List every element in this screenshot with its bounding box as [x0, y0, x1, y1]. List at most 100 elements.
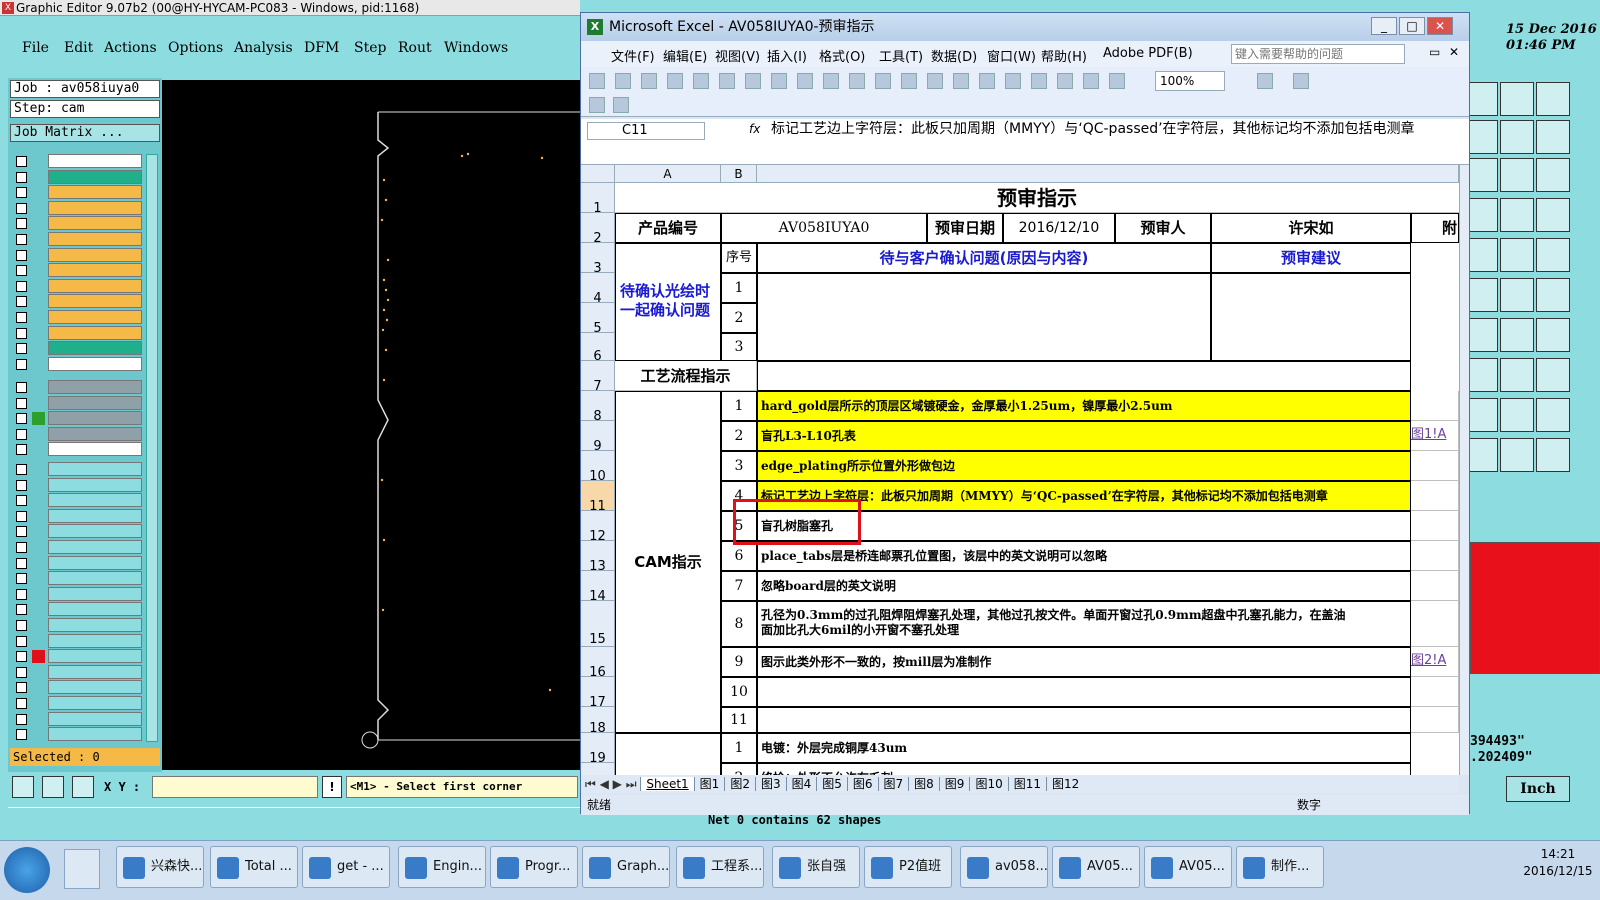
xl-menu-file[interactable]: 文件(F)	[611, 46, 655, 65]
layer-row[interactable]	[12, 540, 144, 555]
save-icon[interactable]	[641, 73, 657, 89]
preview-icon[interactable]	[745, 73, 761, 89]
taskbar-button[interactable]: av058...	[960, 846, 1048, 888]
layer-checkbox[interactable]	[16, 265, 27, 277]
layer-checkbox[interactable]	[16, 666, 27, 678]
row-header[interactable]: 1	[581, 183, 615, 216]
minimize-button[interactable]: _	[1371, 17, 1397, 35]
layer-scrollbar[interactable]	[146, 154, 158, 742]
layer-checkbox[interactable]	[16, 382, 27, 393]
menu-analysis[interactable]: Analysis	[234, 40, 293, 56]
cam-item-text[interactable]: 孔径为0.3mm的过孔阻焊阻焊塞孔处理，其他过孔按文件。单面开窗过孔0.9mm超…	[757, 601, 1411, 647]
row-header[interactable]: 10	[581, 451, 615, 484]
new-icon[interactable]	[589, 73, 605, 89]
open-icon[interactable]	[615, 73, 631, 89]
taskbar-button[interactable]: get - ...	[302, 846, 390, 888]
layer-row[interactable]	[12, 524, 144, 539]
layer-row[interactable]	[12, 310, 144, 325]
formula-input[interactable]: 标记工艺边上字符层：此板只加周期（MMYY）与‘QC-passed’在字符层，其…	[771, 120, 1461, 139]
row-header[interactable]: 7	[581, 361, 615, 394]
layer-row[interactable]	[12, 380, 144, 395]
layer-checkbox[interactable]	[16, 635, 27, 647]
layer-row[interactable]	[12, 185, 144, 200]
row-header[interactable]: 12	[581, 511, 615, 544]
layer-row[interactable]	[12, 633, 144, 649]
menu-options[interactable]: Options	[168, 40, 223, 56]
layer-row[interactable]	[12, 571, 144, 586]
print-icon[interactable]	[719, 73, 735, 89]
xl-menu-view[interactable]: 视图(V)	[715, 46, 760, 65]
home-icon[interactable]	[1500, 82, 1534, 116]
layer-checkbox[interactable]	[16, 510, 27, 522]
sheet-tab[interactable]: 图2	[724, 777, 755, 791]
layer-row[interactable]	[12, 602, 144, 617]
pointer-icon[interactable]	[1500, 438, 1534, 472]
layer-row[interactable]	[12, 263, 144, 278]
xl-menu-adobe-pdf[interactable]: Adobe PDF(B)	[1103, 46, 1193, 61]
sheet-tab[interactable]: 图11	[1007, 777, 1046, 791]
cam-item-text[interactable]	[757, 677, 1411, 707]
hyperlink-icon[interactable]	[979, 73, 995, 89]
doc-close-icon[interactable]: ✕	[1449, 45, 1459, 59]
confirm-advice-cells[interactable]	[1211, 273, 1411, 361]
row-header[interactable]: 11	[581, 481, 615, 514]
layer-row[interactable]	[12, 586, 144, 602]
layer-checkbox[interactable]	[16, 249, 27, 261]
layer-row[interactable]	[12, 216, 144, 231]
sheet-tab[interactable]: 图3	[754, 777, 786, 791]
layer-checkbox[interactable]	[16, 218, 27, 230]
calculator-icon[interactable]	[64, 849, 100, 889]
font-color-icon[interactable]	[1293, 73, 1309, 89]
drawing-icon[interactable]	[1109, 73, 1125, 89]
layer-row[interactable]	[12, 356, 144, 372]
row-header[interactable]: 3	[581, 243, 615, 276]
menu-dfm[interactable]: DFM	[304, 40, 339, 56]
cam-item-text[interactable]: 图示此类外形不一致的，按mill层为准制作	[757, 647, 1411, 677]
xl-menu-data[interactable]: 数据(D)	[931, 46, 977, 65]
layer-checkbox[interactable]	[16, 358, 27, 370]
layer-checkbox[interactable]	[16, 604, 27, 616]
route-icon[interactable]	[1536, 318, 1570, 352]
layer-checkbox[interactable]	[16, 171, 27, 183]
xl-menu-window[interactable]: 窗口(W)	[987, 46, 1036, 65]
cam-item-text[interactable]: edge_plating所示位置外形做包边	[757, 451, 1411, 481]
layer-checkbox[interactable]	[16, 573, 27, 585]
row-header[interactable]: 8	[581, 391, 615, 424]
pattern-icon[interactable]	[1536, 358, 1570, 392]
autosum-icon[interactable]	[1005, 73, 1021, 89]
layer-checkbox[interactable]	[16, 620, 27, 631]
row-header[interactable]: 15	[581, 601, 615, 647]
paste-icon[interactable]	[875, 73, 891, 89]
layer-row[interactable]	[12, 395, 144, 411]
cam-item-text[interactable]: 忽略board层的英文说明	[757, 571, 1411, 601]
layout-icon[interactable]	[1536, 82, 1570, 116]
layer-row[interactable]	[12, 618, 144, 633]
help-search-input[interactable]	[1231, 44, 1405, 64]
process-item-text[interactable]: 电镀：外层完成铜厚43um	[757, 733, 1411, 763]
xy-input[interactable]	[152, 776, 318, 798]
job-matrix-button[interactable]: Job Matrix ...	[10, 124, 160, 142]
help-icon[interactable]	[1536, 158, 1570, 192]
xl-menu-help[interactable]: 帮助(H)	[1041, 46, 1087, 65]
sort-asc-icon[interactable]	[1031, 73, 1047, 89]
row-header[interactable]: 6	[581, 333, 615, 364]
row-header[interactable]: 14	[581, 571, 615, 604]
layer-row[interactable]	[12, 462, 144, 477]
taskbar-button[interactable]: 张自强	[772, 846, 860, 888]
sheet-tab[interactable]: Sheet1	[640, 777, 694, 791]
layer-row[interactable]	[12, 278, 144, 294]
permission-icon[interactable]	[667, 73, 683, 89]
layer-checkbox[interactable]	[16, 479, 27, 491]
row-header[interactable]: 9	[581, 421, 615, 454]
layer-checkbox[interactable]	[16, 296, 27, 308]
redo-icon[interactable]	[953, 73, 969, 89]
sort-desc-icon[interactable]	[1057, 73, 1073, 89]
col-header-c[interactable]	[757, 165, 1459, 183]
taskbar-button[interactable]: Total ...	[210, 846, 298, 888]
layer-row[interactable]	[12, 325, 144, 341]
layer-row[interactable]	[12, 555, 144, 571]
cut-icon[interactable]	[823, 73, 839, 89]
row-header[interactable]: 20	[581, 763, 615, 775]
taskbar-button[interactable]: 工程系...	[676, 846, 764, 888]
cam-item-link[interactable]: 图2!A	[1411, 647, 1459, 677]
